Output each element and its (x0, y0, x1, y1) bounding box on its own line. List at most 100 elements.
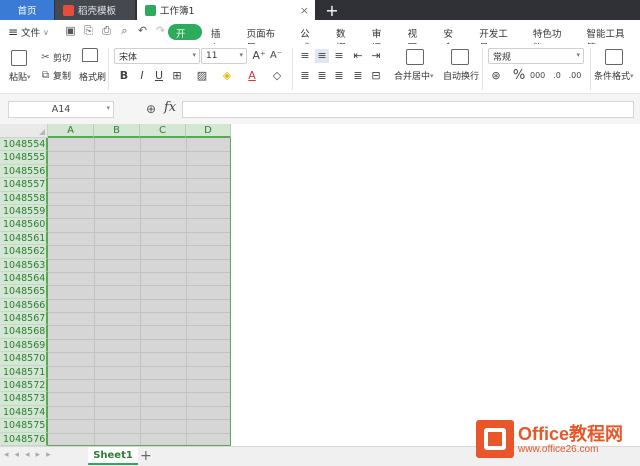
underline-icon[interactable]: U (152, 69, 166, 83)
tab-formulas[interactable]: 公式 (291, 24, 327, 54)
wrap-icon (451, 49, 469, 65)
conditional-format-label-wrap[interactable]: 条件格式 ▾ (594, 69, 634, 83)
row-header[interactable]: 1048561 (0, 231, 48, 246)
new-tab-button[interactable]: + (322, 0, 342, 20)
row-header[interactable]: 1048569 (0, 338, 48, 353)
row-header[interactable]: 1048557 (0, 178, 48, 192)
add-decimal-icon[interactable]: .0 (550, 69, 564, 83)
tab-review[interactable]: 审阅 (363, 24, 399, 54)
formula-input[interactable] (182, 101, 634, 118)
tab-template[interactable]: 稻壳模板 (55, 0, 135, 20)
align-top-icon[interactable]: ≡ (298, 49, 312, 63)
align-right-icon[interactable]: ≣ (332, 69, 346, 83)
add-sheet-button[interactable]: + (140, 448, 152, 464)
paste-icon (11, 50, 27, 66)
tab-home[interactable]: 首页 (0, 0, 54, 20)
row-header[interactable]: 1048562 (0, 245, 48, 259)
tab-special[interactable]: 特色功能 (524, 24, 578, 54)
row-header[interactable]: 1048570 (0, 352, 48, 366)
row-header[interactable]: 1048574 (0, 405, 48, 420)
indent-increase-icon[interactable]: ⇥ (369, 49, 383, 63)
align-middle-icon[interactable]: ≡ (315, 49, 329, 63)
auto-wrap-label-wrap[interactable]: 自动换行 (443, 69, 479, 82)
distribute-icon[interactable]: ⊟ (369, 69, 383, 83)
row-header[interactable]: 1048559 (0, 204, 48, 219)
merge-center-button[interactable] (406, 49, 424, 65)
cut-button[interactable]: ✂ 剪切 (40, 51, 71, 64)
close-icon[interactable]: × (300, 4, 309, 17)
tab-start[interactable]: 开始 (168, 24, 202, 54)
row-header[interactable]: 1048556 (0, 164, 48, 179)
italic-icon[interactable]: I (135, 69, 149, 83)
row-header[interactable]: 1048573 (0, 392, 48, 406)
clear-format-icon[interactable]: ◇ (270, 69, 284, 83)
currency-icon[interactable]: ⊛ (489, 69, 503, 83)
row-header[interactable]: 1048568 (0, 325, 48, 339)
export-pdf-icon[interactable]: ⎘ (82, 24, 95, 37)
tab-smart-tools[interactable]: 智能工具箱 (578, 24, 640, 54)
sheet-tab-sheet1[interactable]: Sheet1 (88, 447, 138, 465)
align-center-icon[interactable]: ≣ (315, 69, 329, 83)
fill-style-icon[interactable]: ▨ (195, 69, 209, 83)
tab-developer[interactable]: 开发工具 (470, 24, 524, 54)
tab-security[interactable]: 安全 (434, 24, 470, 54)
tab-view[interactable]: 视图 (399, 24, 435, 54)
increase-font-icon[interactable]: A⁺ (252, 49, 266, 63)
name-box[interactable]: A14 ▾ (8, 101, 114, 118)
function-icon[interactable]: fx (164, 100, 176, 115)
tab-workbook[interactable]: 工作簿1 × (137, 0, 315, 20)
column-header-a[interactable]: A (48, 124, 94, 138)
number-format-select[interactable]: 常规 ▾ (488, 48, 584, 64)
paste-label-wrap[interactable]: 粘贴 ▾ (9, 70, 31, 84)
row-header[interactable]: 1048567 (0, 312, 48, 326)
font-color-icon[interactable]: A (245, 69, 259, 83)
row-header[interactable]: 1048564 (0, 271, 48, 286)
row-header[interactable]: 1048572 (0, 379, 48, 393)
merge-center-label-wrap[interactable]: 合并居中 ▾ (394, 69, 434, 83)
row-header[interactable]: 1048555 (0, 151, 48, 165)
zoom-search-icon[interactable]: ⊕ (146, 102, 156, 116)
format-painter-label-wrap[interactable]: 格式刷 (79, 70, 106, 83)
align-left-icon[interactable]: ≣ (298, 69, 312, 83)
tab-insert[interactable]: 插入 (202, 24, 238, 54)
copy-button[interactable]: ⧉ 复制 (40, 69, 71, 82)
font-name-select[interactable]: 宋体 ▾ (114, 48, 200, 64)
remove-decimal-icon[interactable]: .00 (568, 69, 582, 83)
bold-icon[interactable]: B (117, 69, 131, 83)
column-header-b[interactable]: B (94, 124, 140, 138)
column-header-c[interactable]: C (140, 124, 186, 138)
sheet-nav-arrows[interactable]: ◂◂◂▸▸ (4, 450, 57, 460)
format-painter-button[interactable] (82, 48, 98, 62)
row-header[interactable]: 1048554 (0, 138, 48, 152)
justify-icon[interactable]: ≣ (351, 69, 365, 83)
row-header[interactable]: 1048565 (0, 285, 48, 299)
thousands-icon[interactable]: 000 (530, 69, 545, 83)
print-preview-icon[interactable]: ⌕ (118, 24, 131, 37)
align-bottom-icon[interactable]: ≡ (332, 49, 346, 63)
file-menu[interactable]: ≡ 文件 ∨ (8, 25, 49, 39)
font-size-select[interactable]: 11 ▾ (201, 48, 247, 64)
select-all-corner[interactable] (0, 124, 48, 138)
row-header[interactable]: 1048571 (0, 365, 48, 380)
row-header[interactable]: 1048563 (0, 258, 48, 272)
percent-icon[interactable]: % (512, 69, 526, 83)
print-icon[interactable]: ⎙ (100, 24, 113, 37)
auto-wrap-button[interactable] (451, 49, 469, 65)
border-icon[interactable]: ⊞ (170, 69, 184, 83)
decrease-font-icon[interactable]: A⁻ (269, 49, 283, 63)
row-header[interactable]: 1048575 (0, 419, 48, 433)
row-header[interactable]: 1048576 (0, 432, 48, 446)
indent-decrease-icon[interactable]: ⇤ (351, 49, 365, 63)
row-header[interactable]: 1048560 (0, 218, 48, 232)
column-header-d[interactable]: D (186, 124, 231, 138)
tab-page-layout[interactable]: 页面布局 (238, 24, 292, 54)
undo-icon[interactable]: ↶ (136, 24, 149, 37)
row-header[interactable]: 1048558 (0, 191, 48, 205)
paste-button[interactable] (11, 50, 27, 66)
save-icon[interactable]: ▣ (64, 24, 77, 37)
row-header[interactable]: 1048566 (0, 298, 48, 313)
redo-icon[interactable]: ↷ (154, 24, 167, 37)
conditional-format-button[interactable] (605, 49, 623, 65)
fill-color-icon[interactable]: ◈ (220, 69, 234, 83)
tab-data[interactable]: 数据 (327, 24, 363, 54)
